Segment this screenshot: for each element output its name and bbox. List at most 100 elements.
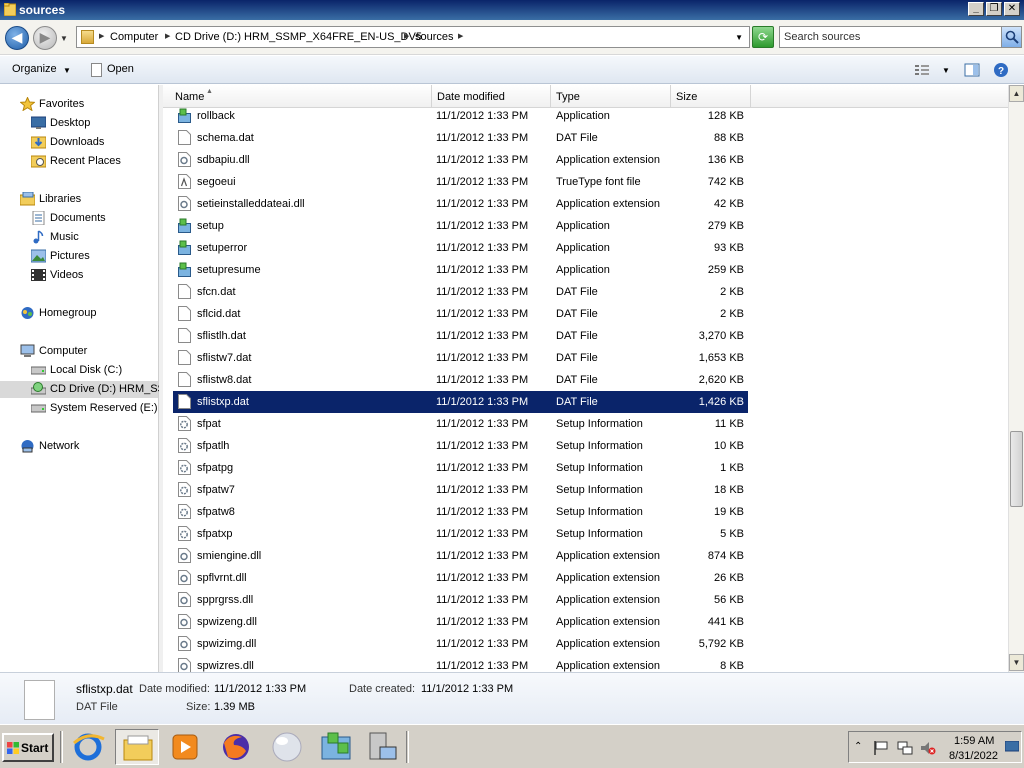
scroll-down-button[interactable]: ▼ — [1009, 654, 1024, 671]
file-row[interactable]: spwizeng.dll 11/1/2012 1:33 PM Application… — [173, 611, 748, 633]
file-row[interactable]: sfpatlh 11/1/2012 1:33 PM Setup Informatio… — [173, 435, 748, 457]
vertical-scrollbar[interactable]: ▲ ▼ — [1008, 85, 1024, 672]
nav-favorites[interactable]: Favorites — [19, 96, 150, 113]
file-row[interactable]: sflistw7.dat 11/1/2012 1:33 PM DAT File 1,6… — [173, 347, 748, 369]
media-player-icon[interactable] — [163, 729, 207, 765]
breadcrumb-sources[interactable]: sources — [415, 31, 454, 43]
firefox-icon[interactable] — [214, 729, 258, 765]
clock-time[interactable]: 1:59 AM — [954, 735, 994, 747]
breadcrumb-cd-drive[interactable]: CD Drive (D:) HRM_SSMP_X64FRE_EN-US_DV5 — [175, 31, 422, 43]
nav-homegroup[interactable]: Homegroup — [20, 305, 150, 322]
nav-recent-places[interactable]: Recent Places — [30, 153, 151, 170]
preview-pane-icon[interactable] — [964, 62, 980, 78]
file-row[interactable]: setieinstalleddateai.dll 11/1/2012 1:33 P… — [173, 193, 748, 215]
file-row[interactable]: spwizres.dll 11/1/2012 1:33 PM Application… — [173, 655, 748, 672]
nav-local-disk[interactable]: Local Disk (C:) — [30, 362, 151, 379]
organize-dropdown-icon[interactable]: ▼ — [63, 66, 71, 75]
column-header-size[interactable]: Size — [671, 85, 751, 108]
nav-libraries[interactable]: Libraries — [19, 191, 150, 208]
show-desktop-icon[interactable] — [1004, 740, 1020, 756]
clock-date[interactable]: 8/31/2022 — [949, 750, 998, 762]
search-input[interactable] — [784, 30, 994, 44]
volume-muted-icon[interactable] — [920, 740, 936, 759]
start-button[interactable]: Start — [2, 733, 54, 762]
nav-label: Libraries — [39, 193, 82, 205]
file-type: DAT File — [556, 132, 598, 144]
breadcrumb-computer[interactable]: Computer — [110, 31, 158, 43]
internet-explorer-icon[interactable] — [66, 729, 110, 765]
open-button[interactable]: Open — [107, 63, 134, 75]
file-row[interactable]: setuperror 11/1/2012 1:33 PM Application 93… — [173, 237, 748, 259]
sphere-app-icon[interactable] — [265, 729, 309, 765]
network-tray-icon[interactable] — [897, 740, 913, 759]
file-type: Application extension — [556, 660, 660, 672]
scroll-thumb[interactable] — [1010, 431, 1023, 507]
back-button[interactable]: ◀ — [5, 26, 29, 50]
explorer-taskbar-button[interactable] — [115, 729, 159, 765]
nav-pictures[interactable]: Pictures — [30, 248, 151, 265]
file-row[interactable]: setup 11/1/2012 1:33 PM Application 279 KB — [173, 215, 748, 237]
file-row[interactable]: spwizimg.dll 11/1/2012 1:33 PM Application… — [173, 633, 748, 655]
file-date-modified: 11/1/2012 1:33 PM — [436, 242, 529, 254]
file-row[interactable]: sfpatxp 11/1/2012 1:33 PM Setup Informatio… — [173, 523, 748, 545]
details-size-value: 1.39 MB — [214, 701, 255, 713]
scroll-up-button[interactable]: ▲ — [1009, 85, 1024, 102]
view-dropdown-icon[interactable]: ▼ — [942, 66, 950, 75]
file-row[interactable]: schema.dat 11/1/2012 1:33 PM DAT File 88 KB — [173, 127, 748, 149]
file-row[interactable]: spflvrnt.dll 11/1/2012 1:33 PM Application… — [173, 567, 748, 589]
maximize-button[interactable]: ❐ — [986, 2, 1002, 16]
file-row[interactable]: sflistlh.dat 11/1/2012 1:33 PM DAT File 3,2… — [173, 325, 748, 347]
chevron-right-icon[interactable]: ▶ — [458, 32, 463, 40]
refresh-button[interactable]: ⟳ — [752, 26, 774, 48]
nav-videos[interactable]: Videos — [31, 267, 151, 284]
nav-documents[interactable]: Documents — [31, 210, 151, 227]
file-row[interactable]: sfpat 11/1/2012 1:33 PM Setup Information 1… — [173, 413, 748, 435]
file-row[interactable]: sflistxp.dat 11/1/2012 1:33 PM DAT File 1,4… — [173, 391, 748, 413]
file-row[interactable]: sfpatw7 11/1/2012 1:33 PM Setup Informatio… — [173, 479, 748, 501]
organize-button[interactable]: Organize — [12, 63, 57, 75]
title-bar[interactable]: sources _ ❐ ✕ — [0, 0, 1024, 20]
file-row[interactable]: segoeui 11/1/2012 1:33 PM TrueType font fi… — [173, 171, 748, 193]
nav-computer[interactable]: Computer — [20, 343, 150, 360]
nav-desktop[interactable]: Desktop — [30, 115, 151, 132]
history-dropdown-icon[interactable]: ▼ — [60, 34, 68, 43]
nav-label: Desktop — [50, 117, 91, 129]
file-row[interactable]: sfpatpg 11/1/2012 1:33 PM Setup Informatio… — [173, 457, 748, 479]
details-filename: sflistxp.dat — [76, 682, 133, 696]
search-box[interactable] — [779, 26, 1022, 48]
file-row[interactable]: sflistw8.dat 11/1/2012 1:33 PM DAT File 2,6… — [173, 369, 748, 391]
chevron-right-icon[interactable]: ▶ — [404, 32, 409, 40]
file-row[interactable]: smiengine.dll 11/1/2012 1:33 PM Applicatio… — [173, 545, 748, 567]
column-header-type[interactable]: Type — [551, 85, 671, 108]
nav-music[interactable]: Music — [31, 229, 151, 246]
column-header-date[interactable]: Date modified — [432, 85, 551, 108]
file-row[interactable]: sflcid.dat 11/1/2012 1:33 PM DAT File 2 KB — [173, 303, 748, 325]
file-row[interactable]: sfpatw8 11/1/2012 1:33 PM Setup Informatio… — [173, 501, 748, 523]
file-row[interactable]: setupresume 11/1/2012 1:33 PM Application 2… — [173, 259, 748, 281]
chevron-right-icon[interactable]: ▶ — [165, 32, 170, 40]
chevron-up-icon[interactable]: ⌃ — [854, 741, 862, 752]
help-icon[interactable]: ? — [993, 62, 1009, 78]
flag-icon[interactable] — [873, 740, 889, 759]
search-button[interactable] — [1001, 27, 1021, 47]
view-options-icon[interactable] — [914, 62, 930, 78]
server-manager-icon[interactable] — [360, 729, 404, 765]
homegroup-icon — [20, 306, 35, 320]
nav-downloads[interactable]: Downloads — [30, 134, 151, 151]
nav-cd-drive[interactable]: CD Drive (D:) HRM_SS — [0, 381, 165, 398]
chevron-right-icon[interactable]: ▶ — [99, 32, 104, 40]
file-row[interactable]: spprgrss.dll 11/1/2012 1:33 PM Application… — [173, 589, 748, 611]
file-date-modified: 11/1/2012 1:33 PM — [436, 638, 529, 650]
close-button[interactable]: ✕ — [1004, 2, 1020, 16]
forward-button[interactable]: ▶ — [33, 26, 57, 50]
minimize-button[interactable]: _ — [968, 2, 984, 16]
file-row[interactable]: sdbapiu.dll 11/1/2012 1:33 PM Application … — [173, 149, 748, 171]
setup-app-icon[interactable] — [314, 729, 358, 765]
file-row[interactable]: rollback 11/1/2012 1:33 PM Application 128 … — [173, 108, 748, 127]
column-header-name[interactable]: Name ▲ — [163, 85, 432, 108]
nav-system-reserved[interactable]: System Reserved (E:) — [30, 400, 158, 417]
address-bar[interactable]: ▶ Computer ▶ CD Drive (D:) HRM_SSMP_X64F… — [76, 26, 750, 48]
file-row[interactable]: sfcn.dat 11/1/2012 1:33 PM DAT File 2 KB — [173, 281, 748, 303]
address-dropdown-icon[interactable]: ▼ — [735, 33, 743, 42]
nav-network[interactable]: Network — [20, 438, 150, 455]
